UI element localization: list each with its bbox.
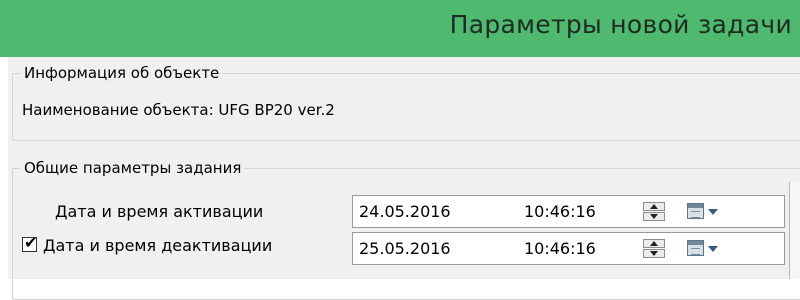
chevron-down-icon [708, 246, 718, 252]
spin-updown-icon[interactable] [643, 202, 665, 221]
spin-updown-icon[interactable] [643, 239, 665, 258]
spin-up-button[interactable] [643, 239, 665, 248]
spin-down-button[interactable] [643, 249, 665, 258]
calendar-icon [687, 240, 704, 256]
deactivation-datetime-picker[interactable]: 25.05.2016 10:46:16 [352, 232, 785, 265]
activation-date-value[interactable]: 24.05.2016 [359, 202, 451, 221]
deactivation-time-value[interactable]: 10:46:16 [524, 239, 596, 258]
spin-down-button[interactable] [643, 212, 665, 221]
object-info-caption: Информация об объекте [21, 64, 223, 82]
deactivation-date-value[interactable]: 25.05.2016 [359, 239, 451, 258]
deactivation-label[interactable]: Дата и время деактивации [43, 236, 346, 255]
calendar-dropdown-icon[interactable] [687, 239, 723, 258]
adjacent-panel-edge [789, 182, 800, 279]
chevron-down-icon [708, 209, 718, 215]
activation-time-value[interactable]: 10:46:16 [524, 202, 596, 221]
dialog-titlebar: Параметры новой задачи [0, 0, 800, 57]
dialog-title: Параметры новой задачи [449, 10, 792, 39]
activation-label: Дата и время активации [55, 202, 264, 221]
checkmark-icon: ✔ [24, 233, 38, 252]
activation-datetime-picker[interactable]: 24.05.2016 10:46:16 [352, 195, 785, 228]
calendar-icon [687, 203, 704, 219]
general-params-caption: Общие параметры задания [21, 159, 245, 177]
spin-up-button[interactable] [643, 202, 665, 211]
object-name-text: Наименование объекта: UFG BP20 ver.2 [22, 101, 335, 119]
calendar-dropdown-icon[interactable] [687, 202, 723, 221]
deactivation-checkbox[interactable]: ✔ [22, 233, 38, 252]
